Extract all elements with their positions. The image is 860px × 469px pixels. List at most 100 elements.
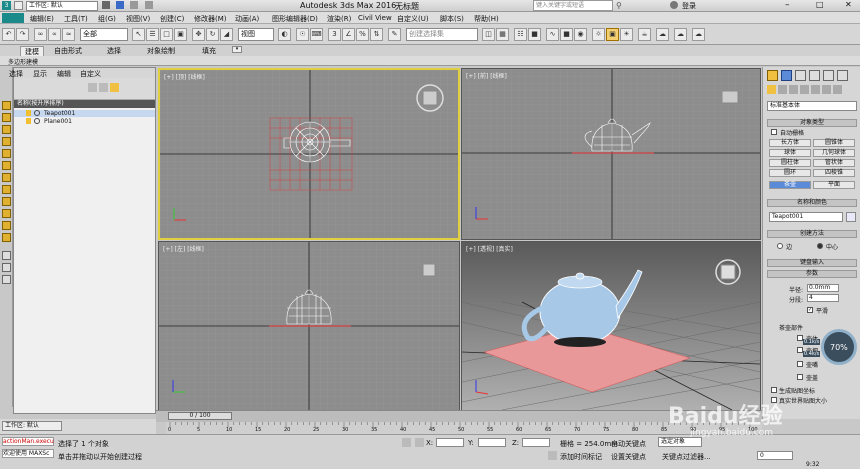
systems-icon[interactable] bbox=[833, 85, 842, 94]
menu-edit[interactable]: 编辑(E) bbox=[30, 14, 54, 24]
bone-icon[interactable] bbox=[2, 185, 11, 194]
menu-civil-view[interactable]: Civil View bbox=[358, 14, 392, 22]
motion-tab-icon[interactable] bbox=[809, 70, 820, 81]
ribbon-options-icon[interactable]: ▾ bbox=[232, 46, 242, 53]
radius-spinner[interactable]: 0.0mm bbox=[807, 284, 839, 292]
set-key-button[interactable]: 设置关键点 bbox=[611, 452, 646, 462]
quick-access-toolbar[interactable] bbox=[102, 1, 162, 11]
rectangular-selection-icon[interactable]: □ bbox=[160, 28, 173, 41]
window-crossing-icon[interactable]: ▣ bbox=[174, 28, 187, 41]
object-icon[interactable] bbox=[2, 101, 11, 110]
cylinder-button[interactable]: 圆柱体 bbox=[769, 159, 811, 167]
current-frame-field[interactable]: 0 bbox=[757, 451, 793, 460]
reference-coordinate-dropdown[interactable]: 视图 bbox=[238, 28, 274, 41]
menu-create[interactable]: 创建(C) bbox=[160, 14, 184, 24]
workspace-dropdown[interactable]: 工作区: 默认 bbox=[2, 421, 62, 431]
viewport-perspective[interactable]: [+] [透视] [真实] bbox=[461, 241, 761, 411]
render-shortcuts-icon[interactable]: ☁ bbox=[692, 28, 705, 41]
hierarchy-tab-icon[interactable] bbox=[795, 70, 806, 81]
time-tag-icon[interactable] bbox=[548, 451, 557, 460]
container-icon[interactable] bbox=[2, 233, 11, 242]
workspace-dropdown[interactable]: 工作区: 默认 bbox=[26, 1, 98, 11]
menu-tools[interactable]: 工具(T) bbox=[64, 14, 88, 24]
viewport-label[interactable]: [+] [前] [线框] bbox=[466, 71, 507, 80]
x-coordinate-field[interactable] bbox=[436, 438, 464, 447]
sphere-button[interactable]: 球体 bbox=[769, 149, 811, 157]
bind-space-warp-icon[interactable]: ≈ bbox=[62, 28, 75, 41]
a360-icon[interactable]: ☁ bbox=[656, 28, 669, 41]
smooth-checkbox[interactable]: ✓ bbox=[807, 307, 813, 313]
ribbon-tab-freeform[interactable]: 自由形式 bbox=[54, 46, 82, 56]
list-item[interactable]: Teapot001 bbox=[14, 110, 155, 117]
render-setup-icon[interactable]: ☼ bbox=[592, 28, 605, 41]
shapes-icon[interactable] bbox=[778, 85, 787, 94]
app-logo-icon[interactable]: 3 bbox=[2, 1, 11, 10]
curve-editor-icon[interactable]: ∿ bbox=[546, 28, 559, 41]
angle-snap-icon[interactable]: ∠ bbox=[342, 28, 355, 41]
pivot-center-icon[interactable]: ◐ bbox=[278, 28, 291, 41]
group-icon[interactable] bbox=[2, 161, 11, 170]
ribbon-tab-object-paint[interactable]: 对象绘制 bbox=[147, 46, 175, 56]
parameters-rollout[interactable]: 参数 bbox=[767, 270, 857, 278]
schematic-view-icon[interactable]: ■ bbox=[560, 28, 573, 41]
create-tab-icon[interactable] bbox=[767, 70, 778, 81]
menu-graph-editors[interactable]: 图形编辑器(D) bbox=[272, 14, 318, 24]
list-item[interactable]: Plane001 bbox=[14, 118, 155, 125]
polygon-modeling-label[interactable]: 多边形建模 bbox=[8, 57, 38, 66]
viewport-label[interactable]: [+] [左] [线框] bbox=[163, 244, 204, 253]
search-icon[interactable]: ⚲ bbox=[616, 1, 622, 10]
display-tab-icon[interactable] bbox=[823, 70, 834, 81]
mirror-icon[interactable]: ◫ bbox=[482, 28, 495, 41]
viewport-top[interactable]: [+] [顶] [线框] bbox=[158, 68, 460, 240]
cone-button[interactable]: 圆锥体 bbox=[813, 139, 855, 147]
lightbulb-icon[interactable] bbox=[26, 110, 31, 116]
object-name-field[interactable]: Teapot001 bbox=[769, 212, 843, 222]
keyboard-entry-rollout[interactable]: 键盘输入 bbox=[767, 259, 857, 267]
auto-key-button[interactable]: 自动关键点 bbox=[611, 439, 646, 449]
edit-named-selection-icon[interactable]: ✎ bbox=[388, 28, 401, 41]
login-button[interactable]: 登录 bbox=[682, 1, 696, 11]
redo-icon[interactable]: ↷ bbox=[16, 28, 29, 41]
select-object-icon[interactable]: ↖ bbox=[132, 28, 145, 41]
space-warps-icon[interactable] bbox=[822, 85, 831, 94]
add-time-tag[interactable]: 添加时间标记 bbox=[560, 452, 602, 462]
geometry-icon[interactable] bbox=[767, 85, 776, 94]
menu-help[interactable]: 帮助(H) bbox=[474, 14, 499, 24]
keyboard-shortcut-override-icon[interactable]: ⌨ bbox=[310, 28, 323, 41]
utilities-tab-icon[interactable] bbox=[837, 70, 848, 81]
mapping-checkbox[interactable] bbox=[771, 387, 777, 393]
align-icon[interactable]: ▦ bbox=[496, 28, 509, 41]
ribbon-tab-selection[interactable]: 选择 bbox=[107, 46, 121, 56]
menu-rendering[interactable]: 渲染(R) bbox=[327, 14, 351, 24]
viewport-label[interactable]: [+] [透视] [真实] bbox=[466, 244, 513, 253]
name-color-rollout[interactable]: 名称和颜色 bbox=[767, 199, 857, 207]
save-icon[interactable] bbox=[116, 1, 125, 9]
light-icon[interactable] bbox=[2, 113, 11, 122]
undo-icon[interactable] bbox=[130, 1, 139, 9]
user-icon[interactable] bbox=[670, 1, 678, 9]
geosphere-button[interactable]: 几何球体 bbox=[813, 149, 855, 157]
new-file-icon[interactable] bbox=[14, 1, 23, 10]
xref-icon[interactable] bbox=[2, 173, 11, 182]
menu-views[interactable]: 视图(V) bbox=[126, 14, 150, 24]
select-move-icon[interactable]: ✥ bbox=[192, 28, 205, 41]
search-input[interactable]: 键入关键字或短语 bbox=[533, 0, 613, 11]
lock-icon[interactable] bbox=[402, 438, 411, 447]
time-slider-handle[interactable]: 0 / 100 bbox=[168, 412, 232, 420]
select-by-name-icon[interactable]: ☰ bbox=[146, 28, 159, 41]
layer-manager-icon[interactable]: ☷ bbox=[514, 28, 527, 41]
menu-animation[interactable]: 动画(A) bbox=[235, 14, 259, 24]
redo-icon[interactable] bbox=[144, 1, 153, 9]
minimize-button[interactable]: – bbox=[785, 0, 790, 10]
undo-icon[interactable]: ↶ bbox=[2, 28, 15, 41]
unlink-icon[interactable]: ∝ bbox=[48, 28, 61, 41]
plane-button[interactable]: 平面 bbox=[813, 181, 855, 189]
snaps-toggle-icon[interactable]: 3 bbox=[328, 28, 341, 41]
key-filters-button[interactable]: 关键点过滤器... bbox=[662, 452, 711, 462]
key-set-dropdown[interactable]: 选定对象 bbox=[658, 437, 702, 447]
speed-gauge[interactable]: 70% bbox=[821, 329, 857, 365]
max-menu-icon[interactable] bbox=[2, 13, 24, 23]
torus-button[interactable]: 圆环 bbox=[769, 169, 811, 177]
pyramid-button[interactable]: 四棱锥 bbox=[813, 169, 855, 177]
creation-method-rollout[interactable]: 创建方法 bbox=[767, 230, 857, 238]
